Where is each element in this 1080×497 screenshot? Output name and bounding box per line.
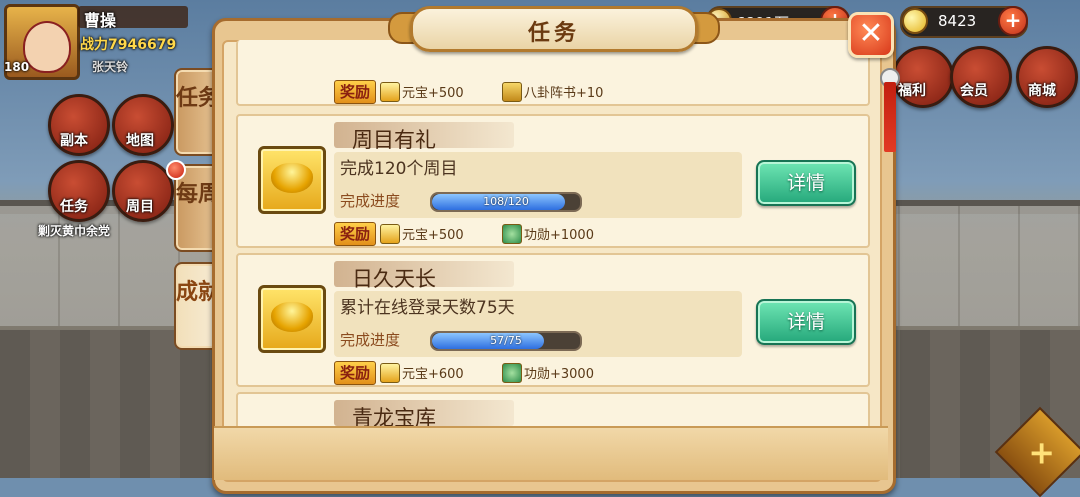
- welfare-label: 福利: [898, 83, 926, 99]
- gold-ingot-icon: [271, 163, 313, 193]
- panel-title-plaque: 任务: [410, 6, 698, 52]
- ingot-icon: [258, 285, 326, 353]
- book-reward-icon: [502, 82, 522, 102]
- reward-tag: 奖励: [334, 222, 376, 246]
- reward-tag: 奖励: [334, 361, 376, 385]
- player-rank: 张天铃: [92, 60, 129, 74]
- reward-1: 元宝+600: [402, 367, 464, 382]
- ingot-reward-icon: [380, 82, 400, 102]
- reward-2: 功勋+1000: [524, 228, 594, 243]
- progress-text: 108/120: [483, 195, 529, 208]
- player-power: 战力7946679: [80, 37, 177, 53]
- progress-label: 完成进度: [340, 331, 401, 349]
- reward-2: 功勋+3000: [524, 367, 594, 382]
- gold-ingot-icon: [271, 302, 313, 332]
- quest-name: 日久天长: [352, 267, 436, 291]
- notification-dot-icon: [166, 160, 186, 180]
- player-name: 曹操: [84, 11, 117, 30]
- player-level: 180: [4, 60, 30, 74]
- vip-label: 会员: [960, 83, 988, 99]
- reward-2: 八卦阵书+10: [524, 86, 604, 101]
- ingot-reward-icon: [380, 224, 400, 244]
- panel-bottom-frame: [214, 426, 888, 480]
- plus-icon: +: [1028, 433, 1056, 472]
- reward-tag: 奖励: [334, 80, 376, 104]
- quest-card: 日久天长 累计在线登录天数75天 完成进度 57/75 详情 奖励 元宝+600…: [236, 253, 870, 387]
- hero-face-icon: [23, 21, 71, 73]
- shop-label: 商城: [1028, 83, 1056, 99]
- ingot-icon: [902, 8, 928, 34]
- quest-name: 周目有礼: [352, 128, 436, 152]
- quest-desc: 完成120个周目: [340, 159, 458, 179]
- tassel-icon: [884, 82, 896, 152]
- ingot-value: 8423: [938, 12, 977, 30]
- reward-1: 元宝+500: [402, 228, 464, 243]
- progress-text: 57/75: [490, 334, 522, 347]
- close-button[interactable]: ✕: [848, 12, 894, 58]
- details-button[interactable]: 详情: [756, 160, 856, 206]
- reward-1: 元宝+500: [402, 86, 464, 101]
- quest-card: 周目有礼 完成120个周目 完成进度 108/120 详情 奖励 元宝+500 …: [236, 114, 870, 248]
- merit-reward-icon: [502, 224, 522, 244]
- progress-bar: 108/120: [430, 192, 582, 212]
- ingot-icon: [258, 146, 326, 214]
- details-button[interactable]: 详情: [756, 299, 856, 345]
- dungeon-label: 副本: [60, 133, 88, 149]
- merit-reward-icon: [502, 363, 522, 383]
- progress-label: 完成进度: [340, 192, 401, 210]
- ingot-reward-icon: [380, 363, 400, 383]
- add-ingot-button[interactable]: +: [998, 6, 1028, 36]
- task-label: 任务: [60, 199, 88, 215]
- left-caption: 剿灭黄巾余党: [38, 224, 111, 238]
- map-label: 地图: [126, 133, 154, 149]
- progress-bar: 57/75: [430, 331, 582, 351]
- panel-title: 任务: [527, 21, 580, 46]
- cycle-label: 周目: [126, 199, 154, 215]
- quest-desc: 累计在线登录天数75天: [340, 298, 515, 318]
